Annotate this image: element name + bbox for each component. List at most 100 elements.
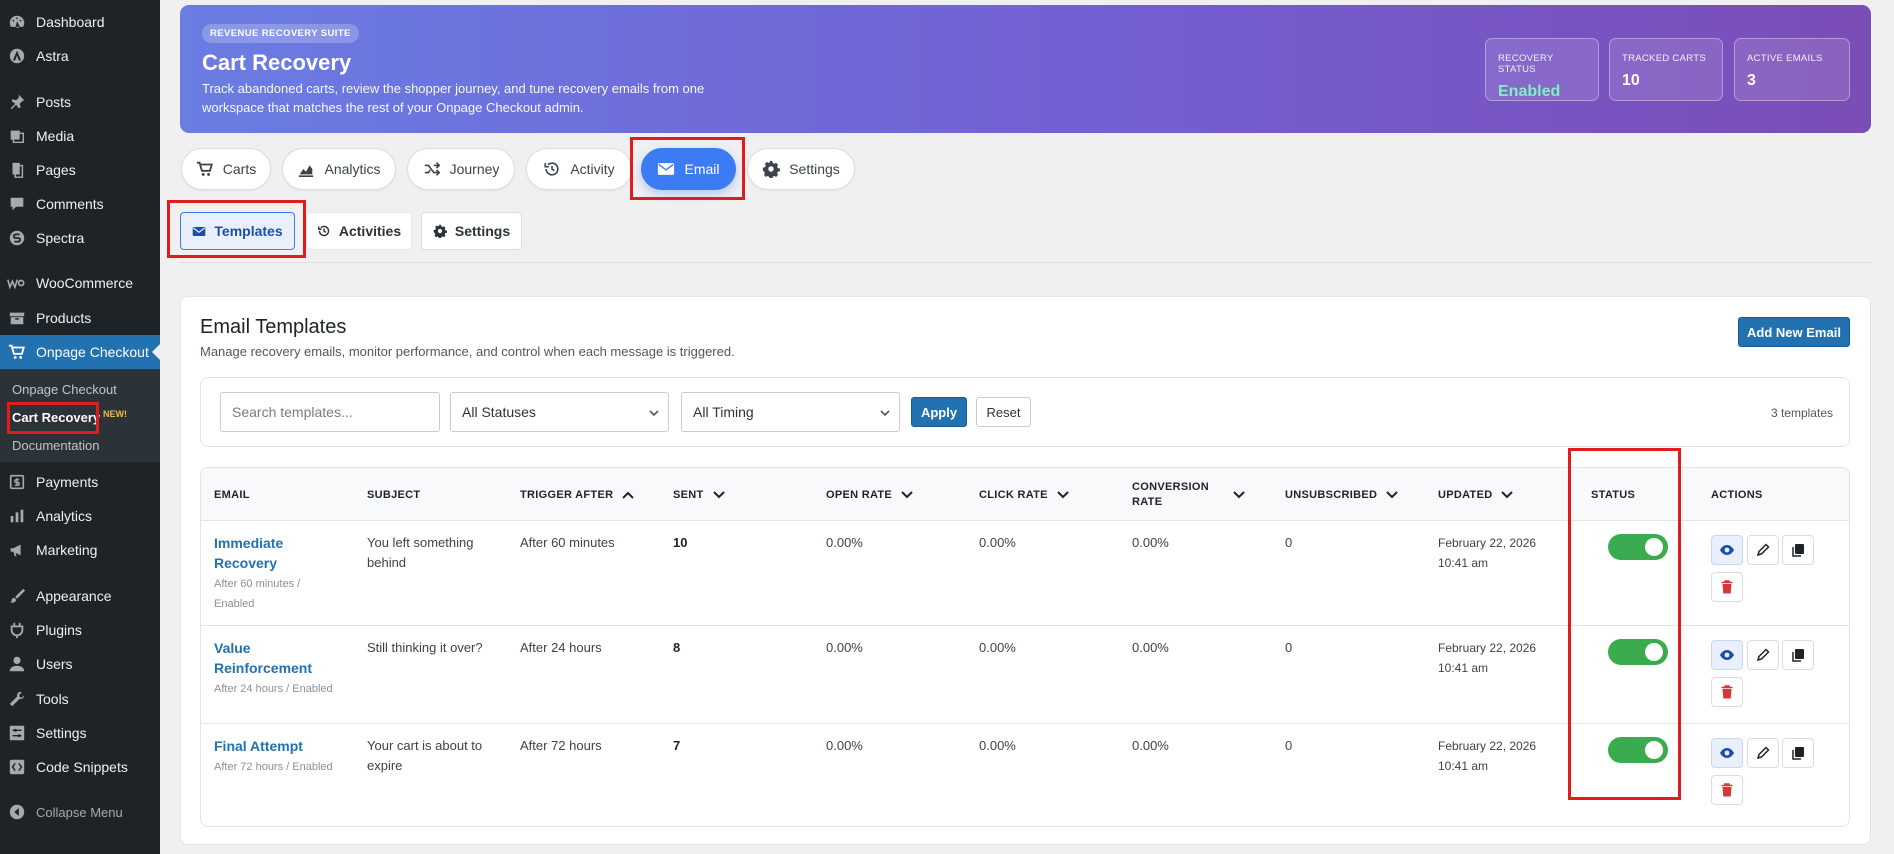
tab-journey[interactable]: Journey: [407, 148, 515, 190]
sidebar-item-settings[interactable]: Settings: [0, 716, 160, 750]
email-name-link[interactable]: Immediate Recovery: [214, 533, 334, 573]
sidebar-item-tools[interactable]: Tools: [0, 682, 160, 716]
page-title: Cart Recovery: [202, 50, 352, 75]
edit-button[interactable]: [1747, 640, 1779, 670]
sidebar-item-products[interactable]: Products: [0, 301, 160, 335]
sidebar-item-plugins[interactable]: Plugins: [0, 613, 160, 647]
template-count: 3 templates: [1770, 406, 1833, 420]
sidebar-item-woocommerce[interactable]: WooCommerce: [0, 266, 160, 300]
trigger-cell: After 24 hours: [520, 640, 602, 655]
admin-sidebar: Dashboard Astra Posts Media Pages Commen…: [0, 0, 160, 854]
status-toggle[interactable]: [1608, 737, 1668, 763]
subtab-activities[interactable]: Activities: [306, 212, 412, 250]
view-button[interactable]: [1711, 640, 1743, 670]
sidebar-item-payments[interactable]: Payments: [0, 465, 160, 499]
col-header-conversion-rate[interactable]: CONVERSION RATE: [1132, 468, 1246, 521]
col-header-click-rate[interactable]: CLICK RATE: [979, 468, 1070, 521]
view-button[interactable]: [1711, 738, 1743, 768]
col-header-open-rate[interactable]: OPEN RATE: [826, 468, 914, 521]
sidebar-item-comments[interactable]: Comments: [0, 187, 160, 221]
edit-button[interactable]: [1747, 738, 1779, 768]
hero-eyebrow: REVENUE RECOVERY SUITE: [202, 24, 359, 43]
sidebar-item-spectra[interactable]: Spectra: [0, 221, 160, 255]
chevron-down-icon: [1492, 490, 1514, 500]
duplicate-button[interactable]: [1782, 738, 1814, 768]
tab-activity[interactable]: Activity: [526, 148, 632, 190]
chart-icon: [297, 160, 315, 178]
subtab-label: Settings: [454, 223, 511, 239]
tab-label: Journey: [449, 161, 500, 177]
sidebar-item-code-snippets[interactable]: Code Snippets: [0, 750, 160, 784]
pages-icon: [7, 160, 27, 180]
submenu-item-cart-recovery[interactable]: Cart Recovery: [12, 410, 100, 425]
delete-button[interactable]: [1711, 572, 1743, 602]
submenu-item-documentation[interactable]: Documentation: [12, 438, 99, 453]
subtab-settings[interactable]: Settings: [421, 212, 522, 250]
pencil-icon: [1756, 648, 1770, 662]
code-icon: [7, 757, 27, 777]
tab-settings[interactable]: Settings: [747, 148, 855, 190]
tab-analytics[interactable]: Analytics: [282, 148, 396, 190]
view-button[interactable]: [1711, 535, 1743, 565]
subtab-label: Templates: [214, 223, 283, 239]
click-rate-cell: 0.00%: [979, 738, 1016, 753]
subtab-label: Activities: [338, 223, 402, 239]
sidebar-item-onpage-checkout[interactable]: Onpage Checkout: [0, 335, 160, 369]
apply-button[interactable]: Apply: [911, 397, 967, 427]
col-header-subject: SUBJECT: [367, 488, 421, 501]
sidebar-item-appearance[interactable]: Appearance: [0, 579, 160, 613]
status-toggle[interactable]: [1608, 534, 1668, 560]
table-row: Immediate Recovery After 60 minutes / En…: [201, 521, 1849, 626]
tab-email[interactable]: Email: [641, 148, 736, 190]
reset-button[interactable]: Reset: [976, 397, 1031, 427]
cart-icon: [196, 160, 214, 178]
col-header-sent[interactable]: SENT: [673, 468, 726, 521]
collapse-menu-button[interactable]: Collapse Menu: [0, 795, 160, 829]
cart-icon: [7, 342, 27, 362]
stat-active-emails: ACTIVE EMAILS 3: [1734, 38, 1850, 101]
tab-label: Settings: [789, 161, 840, 177]
status-toggle[interactable]: [1608, 639, 1668, 665]
email-name-link[interactable]: Final Attempt: [214, 736, 354, 756]
sidebar-item-marketing[interactable]: Marketing: [0, 533, 160, 567]
col-header-unsubscribed[interactable]: UNSUBSCRIBED: [1285, 468, 1399, 521]
add-new-email-button[interactable]: Add New Email: [1738, 317, 1850, 347]
subject-cell: Still thinking it over?: [367, 640, 483, 655]
open-rate-cell: 0.00%: [826, 640, 863, 655]
col-header-trigger-after[interactable]: TRIGGER AFTER: [520, 468, 635, 521]
sidebar-item-label: Tools: [36, 691, 69, 707]
unsubscribed-cell: 0: [1285, 738, 1293, 753]
sidebar-item-media[interactable]: Media: [0, 119, 160, 153]
subtab-templates[interactable]: Templates: [180, 212, 295, 250]
duplicate-button[interactable]: [1782, 640, 1814, 670]
email-name-link[interactable]: Value Reinforcement: [214, 638, 334, 678]
sidebar-item-dashboard[interactable]: Dashboard: [0, 5, 160, 39]
status-select[interactable]: All Statuses: [450, 392, 669, 432]
timing-select[interactable]: All Timing: [681, 392, 900, 432]
unsubscribed-cell: 0: [1285, 535, 1293, 550]
stat-recovery-status: RECOVERY STATUS Enabled: [1485, 38, 1599, 101]
click-rate-cell: 0.00%: [979, 535, 1016, 550]
sidebar-item-analytics[interactable]: Analytics: [0, 499, 160, 533]
sidebar-item-label: Spectra: [36, 230, 85, 246]
search-input[interactable]: Search templates...: [220, 392, 440, 432]
sidebar-item-users[interactable]: Users: [0, 647, 160, 681]
delete-button[interactable]: [1711, 677, 1743, 707]
sidebar-item-astra[interactable]: Astra: [0, 39, 160, 73]
stat-label: ACTIVE EMAILS: [1747, 53, 1823, 64]
submenu-item-onpage-checkout[interactable]: Onpage Checkout: [12, 382, 117, 397]
sidebar-item-pages[interactable]: Pages: [0, 153, 160, 187]
pencil-icon: [1756, 543, 1770, 557]
edit-button[interactable]: [1747, 535, 1779, 565]
hero-banner: REVENUE RECOVERY SUITE Cart Recovery Tra…: [180, 5, 1871, 133]
sidebar-item-posts[interactable]: Posts: [0, 85, 160, 119]
comment-icon: [7, 194, 27, 214]
stat-value: 10: [1622, 72, 1640, 89]
chevron-down-icon: [648, 407, 660, 419]
col-header-updated[interactable]: UPDATED: [1438, 468, 1514, 521]
duplicate-button[interactable]: [1782, 535, 1814, 565]
delete-button[interactable]: [1711, 775, 1743, 805]
email-meta: After 24 hours / Enabled: [214, 683, 333, 695]
tab-carts[interactable]: Carts: [181, 148, 271, 190]
col-header-status: STATUS: [1591, 488, 1636, 501]
